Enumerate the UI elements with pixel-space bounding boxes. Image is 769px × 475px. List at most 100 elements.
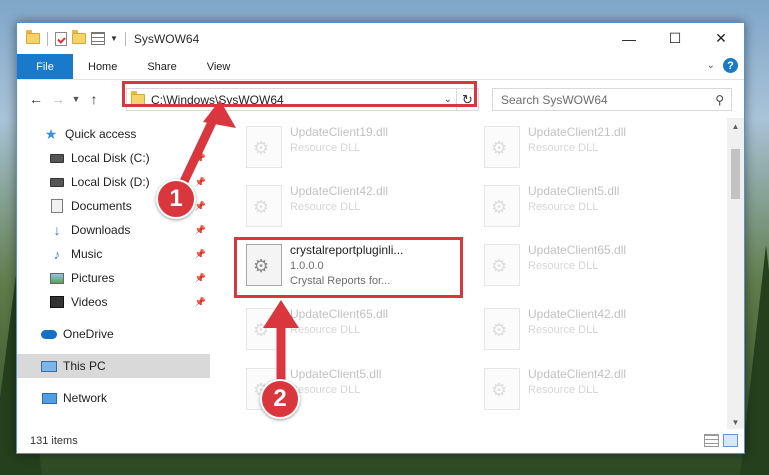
- music-icon: ♪: [53, 246, 61, 262]
- divider: [47, 31, 48, 46]
- dll-file-icon: [246, 185, 282, 227]
- search-box[interactable]: Search SysWOW64 ⚲: [492, 88, 732, 111]
- star-icon: ★: [44, 125, 58, 142]
- tab-home[interactable]: Home: [73, 54, 132, 79]
- forward-arrow-icon[interactable]: →: [47, 91, 69, 107]
- sidebar-item-onedrive[interactable]: OneDrive: [17, 322, 210, 346]
- sidebar-item-quick-access[interactable]: ★ Quick access: [17, 122, 210, 146]
- address-highlight-box: [122, 81, 477, 107]
- sidebar-item-label: Pictures: [71, 271, 115, 285]
- file-item[interactable]: UpdateClient65.dll Resource DLL: [238, 304, 464, 360]
- title-bar: ▼ SysWOW64 — ☐ ✕: [17, 23, 744, 54]
- file-type: Resource DLL: [290, 324, 361, 336]
- file-type: Resource DLL: [290, 384, 361, 396]
- sidebar-item-music[interactable]: ♪ Music 📌: [17, 242, 210, 266]
- pin-icon[interactable]: 📌: [195, 177, 206, 188]
- divider: [124, 31, 126, 46]
- pin-icon[interactable]: 📌: [195, 225, 206, 236]
- file-name: UpdateClient42.dll: [290, 184, 389, 198]
- scroll-down-icon[interactable]: ▼: [727, 414, 744, 429]
- sidebar-item-local-disk-c[interactable]: Local Disk (C:) 📌: [17, 146, 210, 170]
- sidebar-item-videos[interactable]: Videos 📌: [17, 290, 210, 314]
- sidebar-item-label: Music: [71, 247, 103, 261]
- file-type: Resource DLL: [290, 142, 361, 154]
- downloads-icon: ↓: [53, 222, 61, 238]
- pin-icon[interactable]: 📌: [195, 297, 206, 308]
- sidebar-item-label: Local Disk (C:): [71, 151, 150, 165]
- recent-locations-icon[interactable]: ▼: [69, 94, 83, 104]
- sidebar-item-label: Downloads: [71, 223, 131, 237]
- tab-view[interactable]: View: [192, 54, 246, 79]
- tab-file[interactable]: File: [17, 54, 73, 79]
- pc-icon: [41, 359, 57, 373]
- tab-share[interactable]: Share: [132, 54, 191, 79]
- ribbon-right-controls: ⌄ ?: [707, 58, 738, 73]
- file-item[interactable]: UpdateClient42.dll Resource DLL: [476, 304, 702, 360]
- ribbon: File Home Share View ⌄ ?: [17, 54, 744, 80]
- file-name: UpdateClient42.dll: [528, 367, 627, 381]
- file-name: UpdateClient42.dll: [528, 307, 627, 321]
- file-type: Resource DLL: [290, 201, 361, 213]
- search-placeholder: Search SysWOW64: [501, 92, 608, 107]
- file-name: UpdateClient5.dll: [290, 367, 382, 381]
- pin-icon[interactable]: 📌: [195, 153, 206, 164]
- tiles-view-icon[interactable]: [723, 434, 738, 447]
- search-icon[interactable]: ⚲: [715, 93, 724, 107]
- sidebar-item-network[interactable]: Network: [17, 386, 210, 410]
- file-type: Resource DLL: [528, 324, 599, 336]
- file-type: Resource DLL: [528, 384, 599, 396]
- sidebar-item-label: Documents: [71, 199, 132, 213]
- file-name: UpdateClient65.dll: [290, 307, 389, 321]
- details-view-icon[interactable]: [704, 434, 719, 447]
- window-title: SysWOW64: [133, 31, 200, 46]
- file-item[interactable]: UpdateClient42.dll Resource DLL: [238, 181, 464, 237]
- step-2-badge: 2: [260, 379, 300, 419]
- close-button[interactable]: ✕: [698, 23, 744, 54]
- vertical-scrollbar[interactable]: ▲ ▼: [727, 118, 744, 429]
- drive-icon: [49, 175, 65, 189]
- dll-file-icon: [246, 126, 282, 168]
- pin-icon[interactable]: 📌: [195, 249, 206, 260]
- file-highlight-box: [234, 237, 463, 298]
- step-1-badge: 1: [156, 179, 196, 219]
- customize-dropdown-icon[interactable]: ▼: [110, 34, 118, 43]
- scroll-up-icon[interactable]: ▲: [727, 118, 744, 135]
- drive-icon: [49, 151, 65, 165]
- file-item[interactable]: UpdateClient21.dll Resource DLL: [476, 122, 702, 178]
- status-bar: 131 items: [17, 429, 744, 453]
- maximize-button[interactable]: ☐: [652, 23, 698, 54]
- view-toggle: [704, 434, 738, 447]
- file-item[interactable]: UpdateClient65.dll Resource DLL: [476, 240, 702, 296]
- sidebar-item-this-pc[interactable]: This PC: [17, 354, 210, 378]
- help-button[interactable]: ?: [723, 58, 738, 73]
- back-arrow-icon[interactable]: ←: [25, 91, 47, 107]
- dll-file-icon: [484, 368, 520, 410]
- scrollbar-thumb[interactable]: [731, 149, 740, 199]
- customize-toolbar-icon[interactable]: [91, 32, 105, 45]
- sidebar-item-label: Videos: [71, 295, 108, 309]
- sidebar-item-downloads[interactable]: ↓ Downloads 📌: [17, 218, 210, 242]
- file-item[interactable]: UpdateClient5.dll Resource DLL: [476, 181, 702, 237]
- file-item[interactable]: UpdateClient19.dll Resource DLL: [238, 122, 464, 178]
- pin-icon[interactable]: 📌: [195, 273, 206, 284]
- up-arrow-icon[interactable]: ↑: [83, 91, 105, 107]
- sidebar-item-label: Quick access: [65, 127, 137, 141]
- chevron-down-icon[interactable]: ⌄: [707, 60, 715, 71]
- file-name: UpdateClient65.dll: [528, 243, 627, 257]
- folder-icon: [26, 30, 40, 44]
- dll-file-icon: [484, 308, 520, 350]
- sidebar-item-label: OneDrive: [63, 327, 114, 341]
- file-type: Resource DLL: [528, 260, 599, 272]
- properties-icon[interactable]: [55, 31, 67, 46]
- file-item[interactable]: UpdateClient42.dll Resource DLL: [476, 364, 702, 420]
- sidebar-item-pictures[interactable]: Pictures 📌: [17, 266, 210, 290]
- new-folder-icon[interactable]: [72, 30, 86, 44]
- quick-access-toolbar: ▼: [17, 30, 128, 46]
- minimize-button[interactable]: —: [606, 23, 652, 54]
- pictures-icon: [49, 271, 65, 285]
- file-type: Resource DLL: [528, 142, 599, 154]
- file-name: UpdateClient19.dll: [290, 125, 389, 139]
- pin-icon[interactable]: 📌: [195, 201, 206, 212]
- navigation-pane: ★ Quick access Local Disk (C:) 📌 Local D…: [17, 118, 210, 429]
- file-type: Resource DLL: [528, 201, 599, 213]
